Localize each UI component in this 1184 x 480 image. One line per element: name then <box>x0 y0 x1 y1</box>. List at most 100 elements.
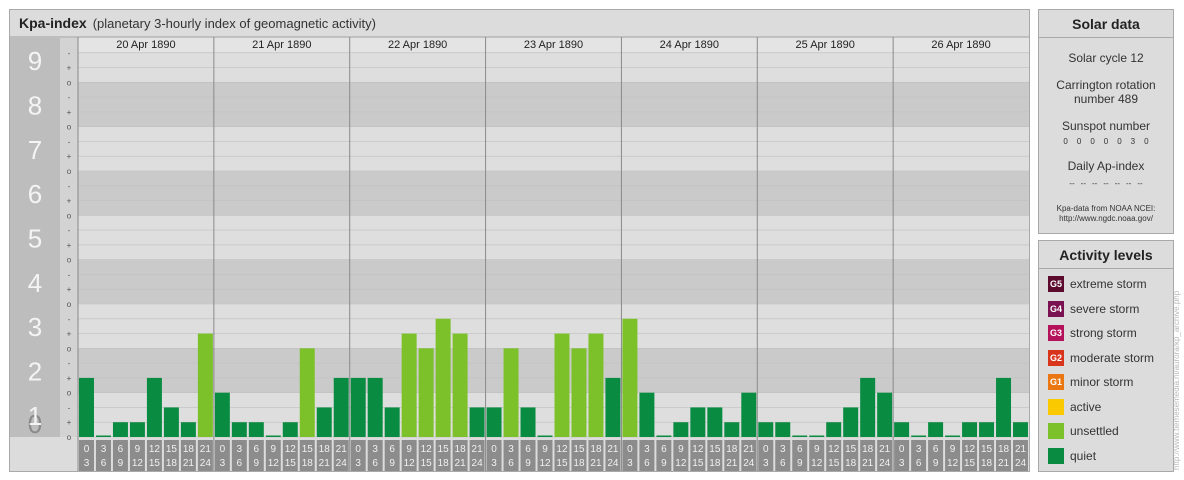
minor-tick-label: - <box>68 315 71 324</box>
kp-bar <box>316 407 332 437</box>
interval-start-label: 21 <box>879 444 891 455</box>
interval-end-label: 9 <box>389 458 395 469</box>
interval-start-label: 12 <box>692 444 704 455</box>
interval-start-label: 12 <box>285 444 297 455</box>
interval-end-label: 6 <box>780 458 786 469</box>
minor-tick-label: - <box>68 226 71 235</box>
interval-start-label: 15 <box>709 444 721 455</box>
interval-end-label: 9 <box>118 458 124 469</box>
ap-index-values: -- -- -- -- -- -- -- <box>1039 179 1173 188</box>
interval-end-label: 24 <box>472 458 484 469</box>
interval-end-label: 15 <box>828 458 840 469</box>
interval-start-label: 12 <box>964 444 976 455</box>
interval-end-label: 6 <box>644 458 650 469</box>
kp-bar <box>860 377 876 437</box>
interval-start-label: 9 <box>950 444 956 455</box>
kp-bar <box>486 407 502 437</box>
legend-label: severe storm <box>1070 301 1140 316</box>
interval-start-label: 15 <box>166 444 178 455</box>
minor-tick-label: + <box>67 197 72 206</box>
solar-data-title: Solar data <box>1039 10 1173 38</box>
sunspot-value: 0 <box>1063 137 1068 146</box>
y-tick-label: 3 <box>28 312 42 342</box>
interval-start-label: 21 <box>472 444 484 455</box>
interval-end-label: 9 <box>797 458 803 469</box>
kp-bar <box>180 422 196 437</box>
interval-end-label: 15 <box>964 458 976 469</box>
minor-tick-label: o <box>67 300 72 309</box>
legend-swatch: G1 <box>1048 374 1064 391</box>
interval-start-label: 3 <box>372 444 378 455</box>
interval-end-label: 18 <box>709 458 721 469</box>
sunspot-value: 3 <box>1130 137 1136 146</box>
kp-bar <box>605 377 621 437</box>
day-label: 25 Apr 1890 <box>796 39 855 51</box>
interval-end-label: 24 <box>879 458 891 469</box>
interval-start-label: 3 <box>644 444 650 455</box>
kpa-bar-chart: 20 Apr 1890 21 Apr 1890 22 Apr 1890 23 Apr … <box>10 36 1029 471</box>
y-tick-label: 1 <box>28 401 42 431</box>
kp-band <box>78 304 1029 349</box>
interval-start-label: 15 <box>845 444 857 455</box>
legend-swatch: G2 <box>1048 349 1064 366</box>
legend-item-g3: G3 strong storm <box>1039 321 1173 346</box>
day-label: 23 Apr 1890 <box>524 39 583 51</box>
minor-tick-label: - <box>68 359 71 368</box>
interval-end-label: 15 <box>421 458 433 469</box>
interval-start-label: 21 <box>336 444 348 455</box>
kp-bar <box>214 392 230 437</box>
ap-value: -- <box>1092 179 1098 188</box>
legend-label: unsettled <box>1070 424 1119 439</box>
kp-bar <box>265 435 281 437</box>
sunspot-value: 0 <box>1117 137 1122 146</box>
interval-end-label: 6 <box>101 458 107 469</box>
interval-start-label: 0 <box>84 444 90 455</box>
interval-end-label: 12 <box>947 458 959 469</box>
kp-bar <box>503 348 519 437</box>
kp-bar <box>877 392 893 437</box>
interval-end-label: 15 <box>149 458 161 469</box>
kp-bar <box>248 422 264 437</box>
minor-tick-label: o <box>67 123 72 132</box>
kp-bar <box>146 377 162 437</box>
interval-start-label: 21 <box>743 444 755 455</box>
interval-start-label: 6 <box>525 444 531 455</box>
interval-start-label: 18 <box>183 444 195 455</box>
carrington-rotation: Carrington rotation number 489 <box>1039 78 1173 106</box>
interval-end-label: 3 <box>355 458 361 469</box>
kp-bar <box>758 422 774 437</box>
interval-end-label: 9 <box>661 458 667 469</box>
kp-bar <box>333 377 349 437</box>
interval-end-label: 12 <box>404 458 416 469</box>
activity-legend: G5 extreme storm G4 severe storm G3 strong … <box>1039 269 1173 468</box>
kp-bar <box>95 435 111 437</box>
legend-label: quiet <box>1070 448 1097 463</box>
interval-end-label: 24 <box>607 458 619 469</box>
interval-end-label: 9 <box>525 458 531 469</box>
minor-tick-label: - <box>68 182 71 191</box>
legend-label: minor storm <box>1070 375 1134 390</box>
interval-end-label: 21 <box>998 458 1010 469</box>
solar-data-panel: Solar data Solar cycle 12 Carrington rot… <box>1038 9 1174 234</box>
interval-start-label: 21 <box>200 444 212 455</box>
interval-start-label: 12 <box>556 444 568 455</box>
interval-start-label: 9 <box>678 444 684 455</box>
legend-label: moderate storm <box>1070 350 1155 365</box>
interval-end-label: 18 <box>981 458 993 469</box>
kp-bar <box>724 422 740 437</box>
interval-start-label: 15 <box>573 444 585 455</box>
interval-end-label: 21 <box>726 458 738 469</box>
legend-label: strong storm <box>1070 326 1137 341</box>
interval-end-label: 6 <box>372 458 378 469</box>
interval-start-label: 6 <box>254 444 260 455</box>
interval-start-label: 18 <box>319 444 331 455</box>
y-tick-label: 4 <box>28 268 42 298</box>
kp-bar <box>231 422 247 437</box>
data-source-note: Kpa-data from NOAA NCEI: http://www.ngdc… <box>1039 204 1173 224</box>
legend-item-g5: G5 extreme storm <box>1039 272 1173 297</box>
minor-tick-label: + <box>67 64 72 73</box>
interval-start-label: 18 <box>862 444 874 455</box>
sunspot-value: 0 <box>1076 137 1082 146</box>
sunspot-value: 0 <box>1144 137 1149 146</box>
minor-tick-label: o <box>67 389 72 398</box>
